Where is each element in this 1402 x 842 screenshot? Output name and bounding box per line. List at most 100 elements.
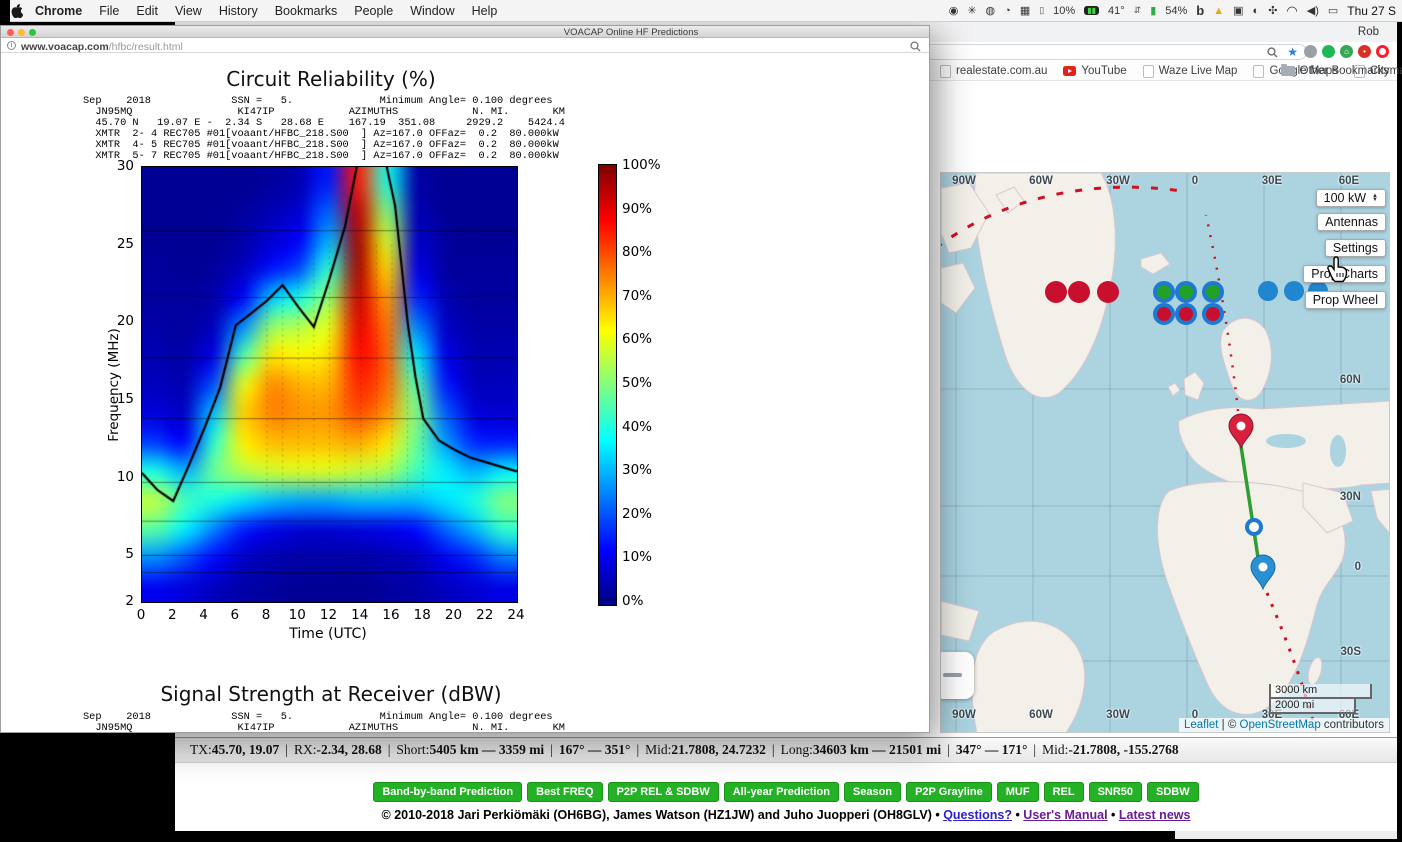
- midpoint-marker[interactable]: [1247, 520, 1261, 534]
- temperature-reading[interactable]: 41°: [1108, 5, 1125, 17]
- menubar-clock[interactable]: Thu 27 S: [1347, 4, 1396, 18]
- reliability-markers-green-ringed[interactable]: [1155, 283, 1222, 301]
- lon-label: 60W: [1029, 709, 1053, 721]
- apple-icon[interactable]: [10, 3, 23, 18]
- dropbox-icon[interactable]: ✳: [967, 4, 976, 17]
- power-select[interactable]: 100 kW ▲▼: [1316, 189, 1386, 207]
- x-tick-label: 22: [476, 607, 493, 623]
- footer-button-rel[interactable]: REL: [1044, 782, 1084, 802]
- footer-button-all-year-prediction[interactable]: All-year Prediction: [724, 782, 839, 802]
- extension-icons: ⌂ •: [1304, 45, 1389, 58]
- zoom-page-icon[interactable]: [910, 41, 921, 52]
- colorbar-label: 70%: [622, 288, 652, 304]
- menu-history[interactable]: History: [219, 4, 258, 18]
- minimize-button[interactable]: [18, 29, 25, 36]
- bitwarden-icon[interactable]: b: [1196, 3, 1204, 18]
- camera-icon[interactable]: ◉: [949, 4, 959, 17]
- footer-button-p2p-rel-sdbw[interactable]: P2P REL & SDBW: [608, 782, 719, 802]
- extension-home-icon[interactable]: ⌂: [1340, 45, 1353, 58]
- footer-link[interactable]: Latest news: [1119, 808, 1191, 822]
- x-tick-label: 4: [199, 607, 208, 623]
- menu-edit[interactable]: Edit: [136, 4, 158, 18]
- lat-label: 30S: [1341, 646, 1361, 658]
- footer-button-muf[interactable]: MUF: [997, 782, 1039, 802]
- map-zoom-control[interactable]: [940, 652, 974, 699]
- menu-view[interactable]: View: [175, 4, 202, 18]
- chrome-profile-name[interactable]: Rob: [1358, 26, 1379, 38]
- colorbar-label: 20%: [622, 506, 652, 522]
- toggle-icon[interactable]: ◐: [1253, 5, 1260, 17]
- world-map[interactable]: [941, 173, 1390, 733]
- colorbar-label: 40%: [622, 419, 652, 435]
- display-icon[interactable]: ▭: [1328, 4, 1338, 17]
- footer-link[interactable]: Questions?: [943, 808, 1012, 822]
- leaflet-map[interactable]: 90W60W30W030E60E 90W60W30W030E60E 60N30N…: [940, 172, 1390, 733]
- network-rate-icon[interactable]: ⇵: [1134, 5, 1142, 16]
- lat-label: 60N: [1340, 374, 1361, 386]
- popup-address-bar[interactable]: i www.voacap.com/hfbc/result.html: [1, 39, 929, 53]
- prop-wheel-button[interactable]: Prop Wheel: [1305, 291, 1386, 309]
- window-manager-icon[interactable]: ▣: [1233, 4, 1243, 17]
- extension-icon-3[interactable]: •: [1358, 45, 1371, 58]
- battery-icon[interactable]: ▮: [1150, 4, 1156, 17]
- battery-low-icon[interactable]: ▯: [1039, 5, 1044, 16]
- popup-title-bar[interactable]: VOACAP Online HF Predictions: [1, 26, 929, 38]
- other-bookmarks[interactable]: Other Bookmarks: [1281, 65, 1389, 77]
- menu-chrome[interactable]: Chrome: [35, 4, 82, 18]
- map-scale-km: 3000 km: [1269, 684, 1372, 699]
- footer-link[interactable]: User's Manual: [1023, 808, 1107, 822]
- extension-icon-2[interactable]: [1322, 45, 1335, 58]
- gauge-icon[interactable]: ◔: [1004, 5, 1011, 17]
- extension-icon-4[interactable]: [1376, 45, 1389, 58]
- reliability-markers-red-ringed[interactable]: [1155, 305, 1222, 323]
- close-button[interactable]: [7, 29, 14, 36]
- zoom-button[interactable]: [29, 29, 36, 36]
- colorbar-label: 100%: [622, 157, 661, 173]
- istat-widget[interactable]: ▮▮: [1084, 6, 1099, 15]
- lon-label: 30W: [1106, 175, 1130, 187]
- reliability-markers-red[interactable]: [1045, 281, 1119, 303]
- lon-label: 0: [1192, 175, 1198, 187]
- footer-button-sdbw[interactable]: SDBW: [1147, 782, 1199, 802]
- page-icon: [1253, 65, 1264, 78]
- colorbar-label: 30%: [622, 462, 652, 478]
- voacap-result-window[interactable]: VOACAP Online HF Predictions i www.voaca…: [0, 25, 930, 733]
- menu-window[interactable]: Window: [410, 4, 454, 18]
- status-separator: |: [279, 742, 294, 758]
- footer-button-season[interactable]: Season: [844, 782, 901, 802]
- status-value: 167° — 351°: [559, 742, 631, 758]
- status-separator: |: [544, 742, 559, 758]
- bookmark-star-icon[interactable]: ★: [1287, 45, 1298, 59]
- status-value: -21.7808, -155.2768: [1068, 742, 1178, 758]
- bullet: •: [1012, 808, 1023, 822]
- status-separator: |: [382, 742, 397, 758]
- bookmark-item[interactable]: YouTube: [1063, 65, 1126, 77]
- fan-icon[interactable]: ✣: [1268, 4, 1277, 17]
- bookmark-item[interactable]: realestate.com.au: [940, 65, 1047, 78]
- menu-people[interactable]: People: [354, 4, 393, 18]
- footer-button-snr50[interactable]: SNR50: [1089, 782, 1142, 802]
- battery-low-percent[interactable]: 10%: [1053, 5, 1075, 17]
- battery-percent[interactable]: 54%: [1165, 5, 1187, 17]
- extension-icon-1[interactable]: [1304, 45, 1317, 58]
- warning-icon[interactable]: ▲: [1213, 5, 1224, 17]
- footer-button-band-by-band-prediction[interactable]: Band-by-band Prediction: [373, 782, 522, 802]
- site-info-icon[interactable]: i: [7, 41, 16, 50]
- app-icon[interactable]: ◍: [986, 4, 996, 17]
- menu-file[interactable]: File: [99, 4, 119, 18]
- leaflet-link[interactable]: Leaflet: [1184, 719, 1219, 731]
- bookmark-label: YouTube: [1081, 65, 1126, 77]
- bookmark-label: Waze Live Map: [1159, 65, 1238, 77]
- footer-button-best-freq[interactable]: Best FREQ: [527, 782, 602, 802]
- bookmark-item[interactable]: Waze Live Map: [1143, 65, 1238, 78]
- antennas-button[interactable]: Antennas: [1317, 213, 1386, 231]
- menu-status-icons: ◉ ✳ ◍ ◔ ▦ ▯ 10% ▮▮ 41° ⇵ ▮ 54% b ▲ ▣ ◐ ✣ ◠ ◀) ▭ Thu 27 S: [949, 3, 1402, 19]
- wifi-icon[interactable]: ◠: [1286, 3, 1297, 19]
- footer-button-p2p-grayline[interactable]: P2P Grayline: [906, 782, 992, 802]
- osm-link[interactable]: OpenStreetMap: [1240, 719, 1321, 731]
- search-icon[interactable]: [1267, 47, 1278, 58]
- volume-icon[interactable]: ◀): [1307, 4, 1319, 17]
- menu-bookmarks[interactable]: Bookmarks: [275, 4, 338, 18]
- menu-help[interactable]: Help: [472, 4, 498, 18]
- grid-icon[interactable]: ▦: [1020, 4, 1030, 17]
